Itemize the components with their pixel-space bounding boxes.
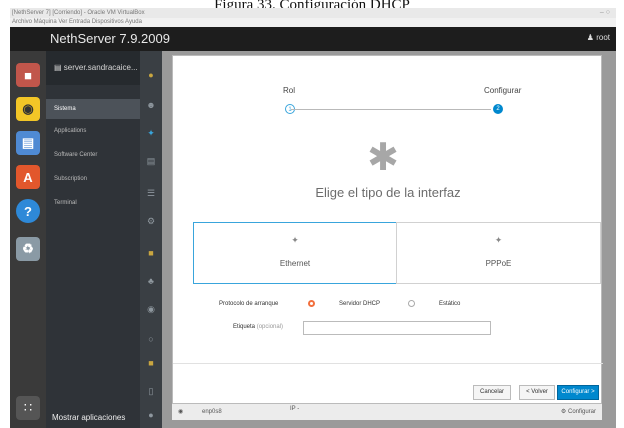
configure-interface-dialog: Rol 1 Configurar 2 ✱ Elige el tipo de la… [172,55,603,404]
user-icon: ♟ [586,33,594,42]
writer-document-icon[interactable]: ▤ [16,131,40,155]
tag-label: Etiqueta (opcional) [233,324,283,330]
radio-static-label: Estático [439,301,461,307]
software-center-icon[interactable]: A [16,165,40,189]
footer-divider [173,363,603,364]
interface-option-label: PPPoE [485,259,512,268]
section-icon-rail: ● ☻ ✦ ▤ ☰ ⚙ ■ ♣ ◉ ○ ■ ▯ ● [140,51,162,428]
radio-static[interactable] [408,300,415,307]
ubuntu-dock: ■ ◉ ▤ A ? ♻ ∷ [10,51,46,428]
sidebar-item-subscription[interactable]: Subscription [46,169,140,189]
interface-name: enp0s8 [202,409,222,415]
interface-ip: IP - [290,406,300,412]
gear-icon: ⚙ [560,409,567,415]
step-configurar-label: Configurar [484,86,522,95]
interface-option-ethernet[interactable]: ✦ Ethernet [193,222,397,284]
user-name: root [596,33,610,42]
server-name[interactable]: ▤ server.sandracaice... [46,51,140,85]
server-icon: ▤ [54,63,62,72]
show-apps-label[interactable]: Mostrar aplicaciones [46,413,140,422]
update-icon[interactable]: ♣ [145,275,157,287]
network-icon[interactable]: ✦ [145,127,157,139]
storage-icon[interactable]: ▤ [145,155,157,167]
files-app-icon[interactable]: ■ [16,63,40,87]
interface-option-label: Ethernet [279,259,311,268]
configure-link[interactable]: ⚙ Configurar [561,408,596,415]
cancel-button[interactable]: Cancelar [473,385,511,400]
window-controls[interactable]: – ○ [600,8,610,18]
dialog-heading: Elige el tipo de la interfaz [315,185,461,200]
sidebar-item-sistema[interactable]: Sistema [46,99,140,119]
radio-dhcp-label: Servidor DHCP [339,301,381,307]
step-progress-line [291,109,491,110]
tag-label-text: Etiqueta [233,324,256,330]
tag-optional-hint: (opcional) [256,324,284,330]
step-rol-label: Rol [283,86,296,95]
network-icon: ✦ [494,235,503,245]
users-icon[interactable]: ☻ [145,99,157,111]
backup-icon[interactable]: ◉ [145,303,157,315]
show-apps-grid-icon[interactable]: ∷ [16,396,40,420]
radio-dhcp[interactable] [308,300,315,307]
network-icon: ✦ [291,235,299,245]
interface-row-behind: ◉ enp0s8 IP - ⚙ Configurar [172,404,602,420]
terminal-icon[interactable]: ▯ [145,385,157,397]
back-button[interactable]: < Volver [519,385,555,400]
app-title: NethServer 7.9.2009 [50,31,170,46]
settings-icon[interactable]: ⚙ [145,215,157,227]
logs-icon[interactable]: ○ [145,333,157,345]
window-title: [NethServer 7] [Corriendo] - Oracle VM V… [12,10,145,16]
interface-icon: ◉ [178,409,184,415]
about-icon[interactable]: ● [145,409,157,421]
dashboard-icon[interactable]: ● [145,69,157,81]
configure-button[interactable]: Configurar > [557,385,599,400]
configure-link-label: Configurar [567,409,596,415]
services-icon[interactable]: ☰ [145,187,157,199]
tag-input[interactable] [303,321,491,335]
interface-option-pppoe[interactable]: ✦ PPPoE [396,222,601,284]
asterisk-icon: ✱ [367,137,399,179]
step-2-circle[interactable]: 2 [493,104,503,114]
help-icon[interactable]: ? [16,199,40,223]
rhythmbox-icon[interactable]: ◉ [16,97,40,121]
user-menu[interactable]: ♟ root [587,33,610,42]
trash-icon[interactable]: ♻ [16,237,40,261]
virtualbox-titlebar: [NethServer 7] [Corriendo] - Oracle VM V… [10,8,616,18]
sidebar: ▤ server.sandracaice... Sistema Applicat… [46,51,140,428]
virtualbox-menubar[interactable]: Archivo Máquina Ver Entrada Dispositivos… [10,18,616,27]
sidebar-item-applications[interactable]: Applications [46,121,140,141]
software-icon[interactable]: ■ [145,247,157,259]
server-name-label: server.sandracaice... [63,63,138,72]
sidebar-item-software-center[interactable]: Software Center [46,145,140,165]
sidebar-item-terminal[interactable]: Terminal [46,193,140,213]
top-bar: NethServer 7.9.2009 ♟ root [10,27,616,51]
boot-protocol-label: Protocolo de arranque [219,301,279,307]
reports-icon[interactable]: ■ [145,357,157,369]
